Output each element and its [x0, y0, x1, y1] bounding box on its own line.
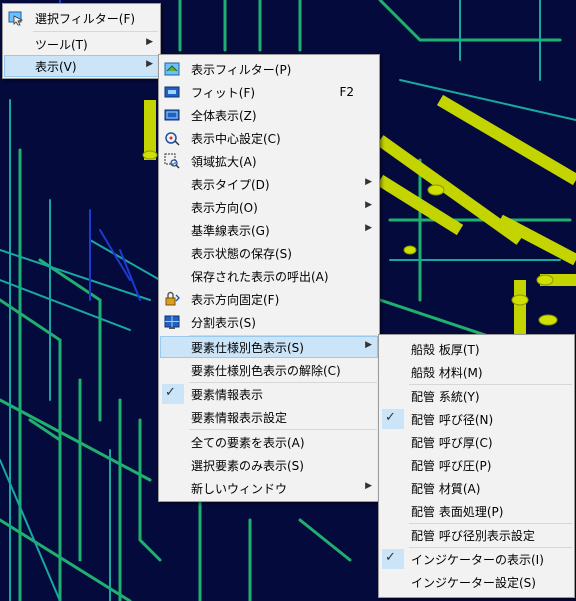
menu-item-label: 保存された表示の呼出(A): [191, 269, 329, 284]
menu-item-label: 分割表示(S): [191, 315, 256, 330]
checkmark-icon: ✓: [165, 385, 176, 400]
submenu-arrow-icon: ▶: [365, 340, 372, 350]
menu-item-select-filter[interactable]: 選択フィルター(F): [4, 7, 159, 29]
area-zoom-icon: [164, 153, 180, 169]
show-all-icon: [164, 107, 180, 123]
menu-item-label: 配管 呼び径(N): [411, 412, 494, 427]
menu-item-label: ツール(T): [35, 37, 88, 52]
menu-item-show-indicator[interactable]: ✓ インジケーターの表示(I): [380, 548, 573, 570]
menu-item-label: 要素情報表示: [191, 387, 264, 402]
menu-item-pipe-system[interactable]: 配管 系統(Y): [380, 385, 573, 407]
menu-item-label: 表示フィルター(P): [191, 62, 292, 77]
menu-item-pipe-nominal-diameter[interactable]: ✓ 配管 呼び径(N): [380, 408, 573, 430]
menu-item-area-zoom[interactable]: 領域拡大(A): [160, 150, 378, 172]
menu-item-label: 表示方向固定(F): [191, 292, 280, 307]
menu-item-label: 配管 表面処理(P): [411, 504, 504, 519]
menu-separator: [189, 429, 377, 430]
menu-item-label: 配管 呼び圧(P): [411, 458, 492, 473]
menu-item-label: 選択要素のみ表示(S): [191, 458, 304, 473]
submenu-arrow-icon: ▶: [365, 481, 372, 491]
menu-item-color-by-spec[interactable]: 要素仕様別色表示(S) ▶: [160, 336, 378, 358]
menu-item-label: 配管 呼び径別表示設定: [411, 528, 535, 543]
submenu-arrow-icon: ▶: [146, 37, 153, 47]
lock-direction-icon: [164, 291, 180, 307]
menu-item-pipe-material[interactable]: 配管 材質(A): [380, 477, 573, 499]
menu-item-recall-saved-view[interactable]: 保存された表示の呼出(A): [160, 265, 378, 287]
menu-item-label: 新しいウィンドウ: [191, 481, 288, 496]
menu-item-show-all[interactable]: 全体表示(Z): [160, 104, 378, 126]
menu-item-pipe-nominal-thickness[interactable]: 配管 呼び厚(C): [380, 431, 573, 453]
context-menu-view: 表示フィルター(P) フィット(F) F2 全体表示(Z) 表示中心設定(C) …: [158, 54, 380, 502]
menu-item-split-view[interactable]: 分割表示(S): [160, 311, 378, 333]
menu-item-label: 要素仕様別色表示(S): [191, 340, 304, 355]
menu-item-save-view-state[interactable]: 表示状態の保存(S): [160, 242, 378, 264]
menu-item-label: インジケーター設定(S): [411, 575, 536, 590]
menu-item-label: 全体表示(Z): [191, 108, 257, 123]
menu-item-display-direction[interactable]: 表示方向(O) ▶: [160, 196, 378, 218]
menu-item-display-filter[interactable]: 表示フィルター(P): [160, 58, 378, 80]
context-menu-main: 選択フィルター(F) ツール(T) ▶ 表示(V) ▶: [2, 3, 161, 79]
menu-item-view[interactable]: 表示(V) ▶: [4, 55, 159, 77]
menu-separator: [33, 31, 158, 32]
submenu-arrow-icon: ▶: [146, 59, 153, 69]
menu-item-label: 領域拡大(A): [191, 154, 257, 169]
menu-item-label: フィット(F): [191, 85, 256, 100]
menu-item-label: 表示中心設定(C): [191, 131, 281, 146]
menu-item-reference-line[interactable]: 基準線表示(G) ▶: [160, 219, 378, 241]
menu-item-label: 配管 系統(Y): [411, 389, 480, 404]
menu-item-tools[interactable]: ツール(T) ▶: [4, 33, 159, 55]
checkmark-icon: ✓: [385, 410, 396, 425]
menu-item-label: インジケーターの表示(I): [411, 552, 544, 567]
checkmark-icon: ✓: [385, 550, 396, 565]
menu-item-label: 表示タイプ(D): [191, 177, 270, 192]
menu-item-label: 表示(V): [35, 59, 77, 74]
menu-item-label: 要素情報表示設定: [191, 410, 288, 425]
submenu-arrow-icon: ▶: [365, 200, 372, 210]
menu-item-clear-color-by-spec[interactable]: 要素仕様別色表示の解除(C): [160, 359, 378, 381]
menu-item-new-window[interactable]: 新しいウィンドウ ▶: [160, 477, 378, 499]
menu-item-label: 全ての要素を表示(A): [191, 435, 305, 450]
menu-item-indicator-settings[interactable]: インジケーター設定(S): [380, 571, 573, 593]
menu-item-display-type[interactable]: 表示タイプ(D) ▶: [160, 173, 378, 195]
menu-item-label: 配管 呼び厚(C): [411, 435, 493, 450]
context-menu-color-by-spec: 船殻 板厚(T) 船殻 材料(M) 配管 系統(Y) ✓ 配管 呼び径(N) 配…: [378, 334, 575, 598]
submenu-arrow-icon: ▶: [365, 223, 372, 233]
menu-item-pipe-surface-treatment[interactable]: 配管 表面処理(P): [380, 500, 573, 522]
menu-item-show-selected-only[interactable]: 選択要素のみ表示(S): [160, 454, 378, 476]
select-filter-icon: [8, 10, 24, 26]
menu-item-label: 配管 材質(A): [411, 481, 481, 496]
fit-icon: [164, 84, 180, 100]
menu-item-shortcut: F2: [339, 85, 354, 99]
menu-item-hull-plate-thickness[interactable]: 船殻 板厚(T): [380, 338, 573, 360]
menu-item-pipe-nominal-pressure[interactable]: 配管 呼び圧(P): [380, 454, 573, 476]
display-filter-icon: [164, 61, 180, 77]
menu-item-element-info-settings[interactable]: 要素情報表示設定: [160, 406, 378, 428]
menu-item-lock-direction[interactable]: 表示方向固定(F): [160, 288, 378, 310]
menu-item-hull-material[interactable]: 船殻 材料(M): [380, 361, 573, 383]
menu-item-pipe-diameter-display-settings[interactable]: 配管 呼び径別表示設定: [380, 524, 573, 546]
menu-item-label: 船殻 材料(M): [411, 365, 483, 380]
split-view-icon: [164, 314, 180, 330]
menu-item-label: 基準線表示(G): [191, 223, 270, 238]
menu-item-label: 要素仕様別色表示の解除(C): [191, 363, 341, 378]
center-set-icon: [164, 130, 180, 146]
menu-item-label: 選択フィルター(F): [35, 11, 136, 26]
menu-item-label: 表示状態の保存(S): [191, 246, 292, 261]
menu-item-fit[interactable]: フィット(F) F2: [160, 81, 378, 103]
menu-item-element-info[interactable]: ✓ 要素情報表示: [160, 383, 378, 405]
menu-item-center-set[interactable]: 表示中心設定(C): [160, 127, 378, 149]
submenu-arrow-icon: ▶: [365, 177, 372, 187]
menu-item-label: 船殻 板厚(T): [411, 342, 480, 357]
menu-item-label: 表示方向(O): [191, 200, 258, 215]
menu-item-show-all-elements[interactable]: 全ての要素を表示(A): [160, 431, 378, 453]
